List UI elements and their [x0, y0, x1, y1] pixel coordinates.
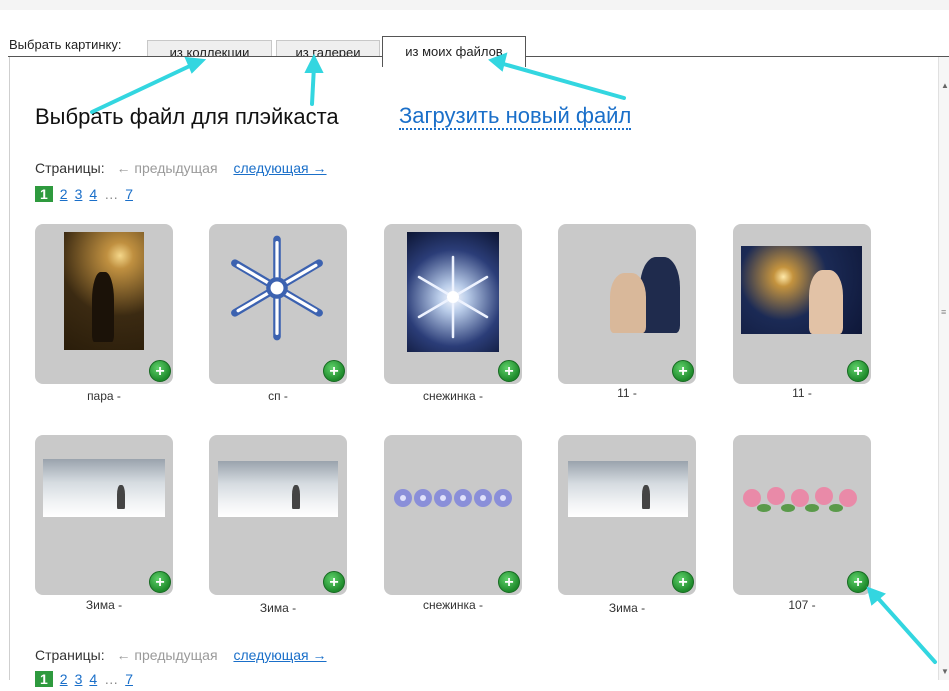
pager-prev: ← предыдущая — [116, 647, 218, 663]
file-card-4[interactable]: + — [558, 224, 696, 384]
add-icon[interactable]: + — [672, 360, 694, 382]
file-caption-6: Зима - — [85, 598, 123, 612]
pager-label: Страницы: — [35, 160, 105, 176]
file-caption-4: 11 - — [617, 386, 637, 400]
thumbnail-snowflake-row — [394, 489, 512, 507]
choose-image-label: Выбрать картинку: — [9, 37, 122, 52]
page-ellipsis: … — [104, 186, 119, 202]
file-caption-8: снежинка - — [422, 598, 484, 612]
page-2[interactable]: 2 — [60, 186, 68, 202]
thumbnail-winter-landscape — [43, 459, 165, 517]
add-icon[interactable]: + — [847, 571, 869, 593]
page-numbers-bottom: 1 2 3 4 … 7 — [35, 671, 140, 691]
page-4[interactable]: 4 — [89, 671, 97, 687]
thumbnail-winter-landscape — [218, 461, 338, 517]
file-caption-7: Зима - — [259, 601, 297, 615]
thumbnail-snowflake — [231, 235, 323, 341]
pager-top: Страницы: ← предыдущая следующая → — [35, 160, 327, 176]
file-card-6[interactable]: + — [35, 435, 173, 595]
file-card-2[interactable]: + — [209, 224, 347, 384]
add-icon[interactable]: + — [672, 571, 694, 593]
page-ellipsis: … — [104, 671, 119, 687]
pager-prev: ← предыдущая — [116, 160, 218, 176]
tab-my-files[interactable]: из моих файлов — [382, 36, 526, 67]
thumbnail-snowflake-blue — [407, 232, 499, 352]
file-caption-10: 107 - — [788, 598, 816, 612]
upload-new-file-link[interactable]: Загрузить новый файл — [399, 104, 632, 130]
file-card-3[interactable]: + — [384, 224, 522, 384]
pager-bottom: Страницы: ← предыдущая следующая → — [35, 647, 327, 663]
page-2[interactable]: 2 — [60, 671, 68, 687]
pager-next-link[interactable]: следующая → — [233, 647, 326, 663]
page-7[interactable]: 7 — [125, 671, 133, 687]
add-icon[interactable]: + — [149, 571, 171, 593]
file-card-5[interactable]: + — [733, 224, 871, 384]
thumbnail-couple-night — [64, 232, 144, 350]
thumbnail-couple-lights — [741, 246, 862, 334]
file-caption-5: 11 - — [792, 386, 812, 400]
add-icon[interactable]: + — [498, 360, 520, 382]
add-icon[interactable]: + — [323, 571, 345, 593]
file-caption-1: пара - — [87, 389, 121, 403]
scroll-up-icon[interactable]: ▲ — [941, 81, 949, 90]
page-numbers-top: 1 2 3 4 … 7 — [35, 186, 140, 206]
add-icon[interactable]: + — [323, 360, 345, 382]
pager-next-link[interactable]: следующая → — [233, 160, 326, 176]
page-7[interactable]: 7 — [125, 186, 133, 202]
add-icon[interactable]: + — [149, 360, 171, 382]
scroll-down-icon[interactable]: ▼ — [941, 667, 949, 676]
page-3[interactable]: 3 — [75, 671, 83, 687]
thumbnail-winter-landscape — [568, 461, 688, 517]
file-card-9[interactable]: + — [558, 435, 696, 595]
top-strip — [0, 0, 949, 10]
file-card-10[interactable]: + — [733, 435, 871, 595]
file-card-7[interactable]: + — [209, 435, 347, 595]
file-caption-9: Зима - — [608, 601, 646, 615]
file-caption-3: снежинка - — [422, 389, 484, 403]
page-1[interactable]: 1 — [35, 186, 53, 202]
image-source-bar: Выбрать картинку: из коллекции из галере… — [0, 10, 949, 67]
page-1[interactable]: 1 — [35, 671, 53, 687]
thumbnail-flower-row — [743, 487, 857, 512]
file-card-1[interactable]: + — [35, 224, 173, 384]
pager-label: Страницы: — [35, 647, 105, 663]
page-title: Выбрать файл для плэйкаста — [35, 104, 339, 129]
file-caption-2: сп - — [268, 389, 288, 403]
add-icon[interactable]: + — [498, 571, 520, 593]
thumbnail-couple — [600, 251, 686, 333]
add-icon[interactable]: + — [847, 360, 869, 382]
vertical-scrollbar[interactable]: ▲ ≡ ▼ — [938, 57, 949, 680]
page-4[interactable]: 4 — [89, 186, 97, 202]
file-card-8[interactable]: + — [384, 435, 522, 595]
scroll-grip-icon[interactable]: ≡ — [941, 307, 946, 317]
page-3[interactable]: 3 — [75, 186, 83, 202]
